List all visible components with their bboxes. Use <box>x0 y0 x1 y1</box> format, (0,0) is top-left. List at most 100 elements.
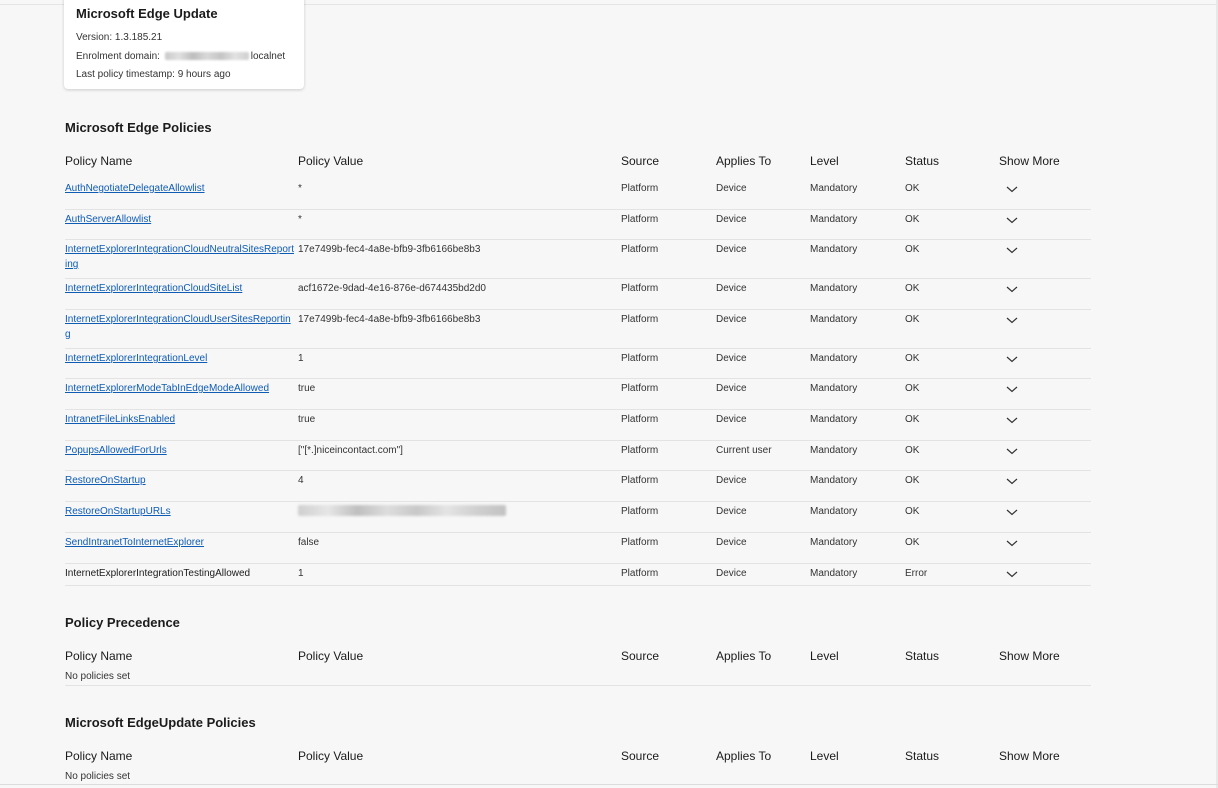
col-status: Status <box>905 154 940 168</box>
policy-applies-to: Device <box>716 353 747 364</box>
last-policy-timestamp: Last policy timestamp: 9 hours ago <box>76 69 231 80</box>
col-policy-value: Policy Value <box>298 749 364 763</box>
redacted-policy-value <box>298 505 506 519</box>
col-policy-value: Policy Value <box>298 154 364 168</box>
policy-source: Platform <box>621 183 659 194</box>
policy-source: Platform <box>621 475 659 486</box>
table-row: InternetExplorerIntegrationTestingAllowe… <box>65 563 1091 586</box>
chevron-down-icon[interactable] <box>1004 351 1020 367</box>
bottom-divider <box>0 784 1218 785</box>
policy-value: false <box>298 537 320 548</box>
policy-status: OK <box>905 314 920 325</box>
col-policy-name: Policy Name <box>65 749 133 763</box>
card-title: Microsoft Edge Update <box>76 6 218 21</box>
chevron-down-icon[interactable] <box>1004 312 1020 328</box>
policy-name-link[interactable]: InternetExplorerIntegrationLevel <box>65 351 295 366</box>
policy-name-link[interactable]: IntranetFileLinksEnabled <box>65 412 295 427</box>
chevron-down-icon[interactable] <box>1004 473 1020 489</box>
policy-status: OK <box>905 183 920 194</box>
col-level: Level <box>810 749 839 763</box>
policy-value: 1 <box>298 568 304 579</box>
table-row: AuthServerAllowlist * Platform Device Mandat… <box>65 209 1091 240</box>
chevron-down-icon[interactable] <box>1004 535 1020 551</box>
policy-source: Platform <box>621 353 659 364</box>
policy-applies-to: Device <box>716 568 747 579</box>
col-applies-to: Applies To <box>716 649 772 663</box>
policy-level: Mandatory <box>810 244 858 255</box>
policy-source: Platform <box>621 445 659 456</box>
policy-source: Platform <box>621 537 659 548</box>
policy-level: Mandatory <box>810 353 858 364</box>
policy-applies-to: Device <box>716 475 747 486</box>
col-show-more: Show More <box>999 649 1060 663</box>
no-policies-text: No policies set <box>65 771 131 782</box>
chevron-down-icon[interactable] <box>1004 412 1020 428</box>
policy-level: Mandatory <box>810 568 858 579</box>
policy-name-link[interactable]: InternetExplorerModeTabInEdgeModeAllowed <box>65 381 295 396</box>
policy-applies-to: Device <box>716 537 747 548</box>
policy-applies-to: Current user <box>716 445 772 456</box>
policy-source: Platform <box>621 214 659 225</box>
table-row: PopupsAllowedForUrls ["[*.]niceincontact.… <box>65 440 1091 471</box>
table-row: InternetExplorerIntegrationCloudUserSite… <box>65 309 1091 349</box>
policy-source: Platform <box>621 506 659 517</box>
policy-value: * <box>298 183 302 194</box>
col-source: Source <box>621 749 660 763</box>
policy-status: OK <box>905 214 920 225</box>
policy-value: ["[*.]niceincontact.com"] <box>298 445 403 456</box>
section-title-edge-policies: Microsoft Edge Policies <box>65 120 212 135</box>
policy-name-link[interactable]: InternetExplorerIntegrationCloudUserSite… <box>65 312 295 342</box>
policy-name-link[interactable]: RestoreOnStartupURLs <box>65 504 295 519</box>
policy-level: Mandatory <box>810 314 858 325</box>
chevron-down-icon[interactable] <box>1004 212 1020 228</box>
policy-value: true <box>298 414 316 425</box>
policy-value: 4 <box>298 475 304 486</box>
policy-name-link[interactable]: RestoreOnStartup <box>65 473 295 488</box>
policy-name-link[interactable]: SendIntranetToInternetExplorer <box>65 535 295 550</box>
policy-status: OK <box>905 353 920 364</box>
chevron-down-icon[interactable] <box>1004 381 1020 397</box>
policy-status: OK <box>905 383 920 394</box>
chevron-down-icon[interactable] <box>1004 504 1020 520</box>
col-applies-to: Applies To <box>716 749 772 763</box>
col-status: Status <box>905 649 940 663</box>
policy-name-link[interactable]: PopupsAllowedForUrls <box>65 443 295 458</box>
policy-level: Mandatory <box>810 414 858 425</box>
policy-applies-to: Device <box>716 244 747 255</box>
policy-value: 1 <box>298 353 304 364</box>
table-row: AuthNegotiateDelegateAllowlist * Platform D… <box>65 178 1091 210</box>
policy-value: 17e7499b-fec4-4a8e-bfb9-3fb6166be8b3 <box>298 244 481 255</box>
chevron-down-icon[interactable] <box>1004 443 1020 459</box>
policy-level: Mandatory <box>810 537 858 548</box>
policy-source: Platform <box>621 283 659 294</box>
table-row: InternetExplorerModeTabInEdgeModeAllowed… <box>65 378 1091 410</box>
policy-name: InternetExplorerIntegrationTestingAllowe… <box>65 568 251 579</box>
col-policy-value: Policy Value <box>298 649 364 663</box>
update-version: Version: 1.3.185.21 <box>76 32 163 43</box>
table-row: IntranetFileLinksEnabled true Platform Devi… <box>65 409 1091 441</box>
policy-name-link[interactable]: AuthServerAllowlist <box>65 212 295 227</box>
enrolment-label: Enrolment domain: <box>76 51 163 62</box>
col-status: Status <box>905 749 940 763</box>
col-policy-name: Policy Name <box>65 649 133 663</box>
col-policy-name: Policy Name <box>65 154 133 168</box>
policy-level: Mandatory <box>810 445 858 456</box>
policy-applies-to: Device <box>716 383 747 394</box>
policy-name-link[interactable]: InternetExplorerIntegrationCloudNeutralS… <box>65 242 295 272</box>
chevron-down-icon[interactable] <box>1004 181 1020 197</box>
policy-level: Mandatory <box>810 183 858 194</box>
chevron-down-icon[interactable] <box>1004 242 1020 258</box>
table-row: RestoreOnStartup 4 Platform Device Mandatory… <box>65 470 1091 502</box>
table-row: SendIntranetToInternetExplorer false Platf… <box>65 532 1091 564</box>
policy-level: Mandatory <box>810 506 858 517</box>
policy-name-link[interactable]: InternetExplorerIntegrationCloudSiteList <box>65 281 295 296</box>
table-row: RestoreOnStartupURLs Platform Device Mandat… <box>65 501 1091 533</box>
chevron-down-icon[interactable] <box>1004 566 1020 582</box>
policy-value: acf1672e-9dad-4e16-876e-d674435bd2d0 <box>298 283 486 294</box>
policy-name-link[interactable]: AuthNegotiateDelegateAllowlist <box>65 181 295 196</box>
policy-level: Mandatory <box>810 214 858 225</box>
chevron-down-icon[interactable] <box>1004 281 1020 297</box>
policy-applies-to: Device <box>716 214 747 225</box>
enrolment-domain: Enrolment domain: localnet <box>76 51 285 62</box>
policy-level: Mandatory <box>810 283 858 294</box>
